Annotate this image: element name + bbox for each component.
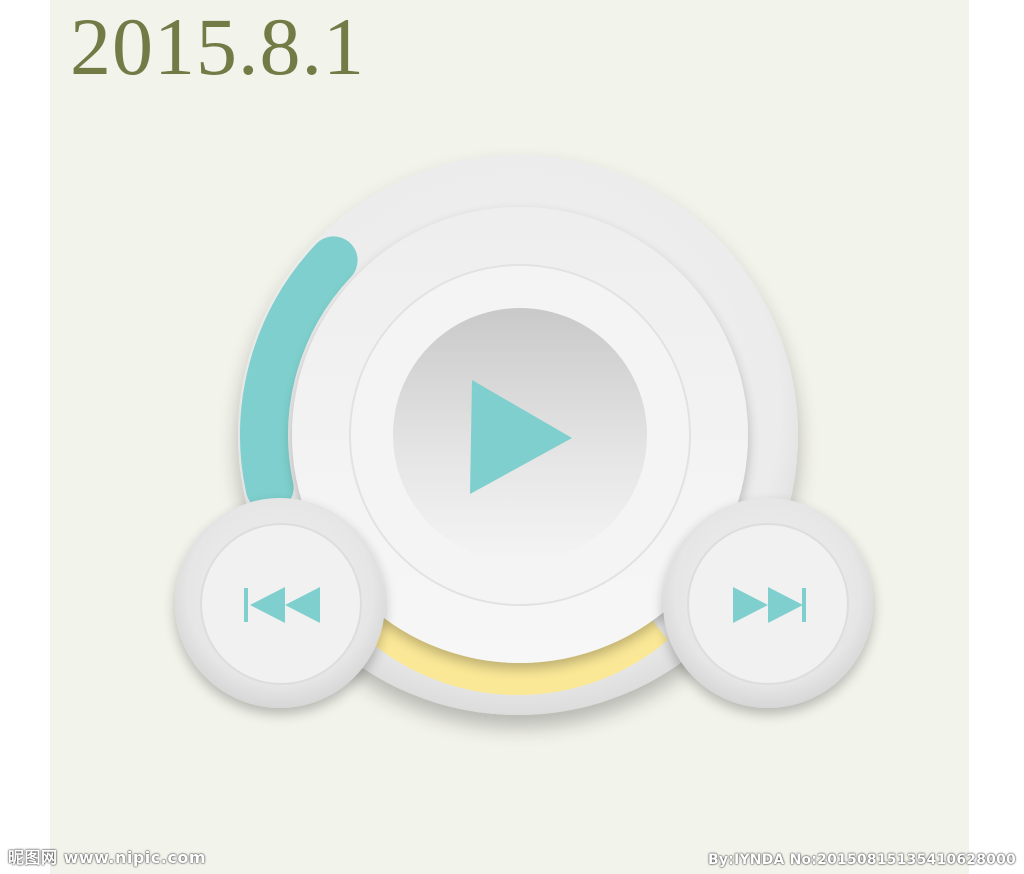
watermark-logo: 昵图网 www.nipic.com — [8, 848, 206, 867]
music-player — [175, 155, 873, 715]
previous-button[interactable] — [175, 498, 385, 708]
play-button[interactable] — [393, 308, 647, 562]
watermark-credit: By:IYNDA No:20150815135410628000 — [708, 852, 1016, 868]
next-button[interactable] — [663, 498, 873, 708]
